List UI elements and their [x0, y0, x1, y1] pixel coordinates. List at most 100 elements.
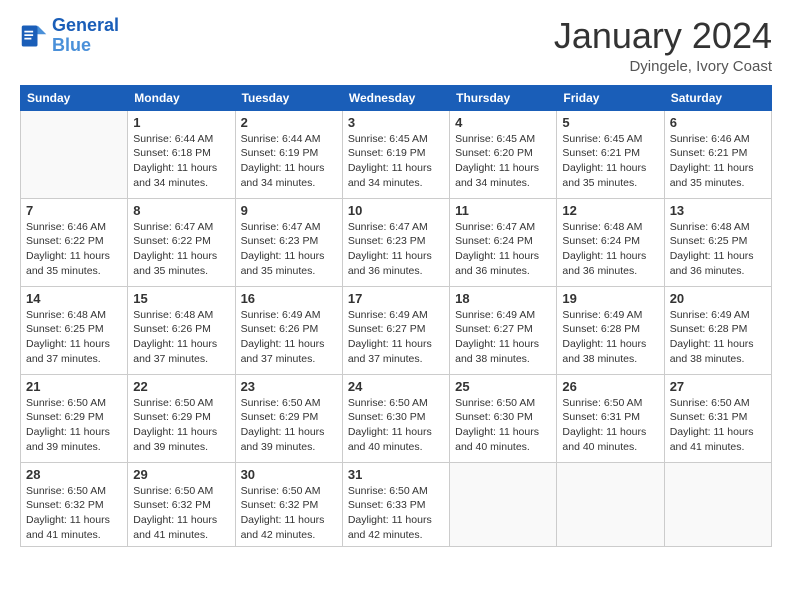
day-number: 11: [455, 203, 551, 218]
day-cell: [664, 462, 771, 547]
day-info: Sunrise: 6:48 AM Sunset: 6:24 PM Dayligh…: [562, 220, 658, 279]
col-wednesday: Wednesday: [342, 85, 449, 110]
month-title: January 2024: [554, 16, 772, 56]
day-cell: 12Sunrise: 6:48 AM Sunset: 6:24 PM Dayli…: [557, 198, 664, 286]
day-number: 28: [26, 467, 122, 482]
week-row-1: 1 Sunrise: 6:44 AM Sunset: 6:18 PM Daylig…: [21, 110, 772, 198]
day-number: 22: [133, 379, 229, 394]
day-cell: [450, 462, 557, 547]
week-row-4: 21 Sunrise: 6:50 AM Sunset: 6:29 PM Dayli…: [21, 374, 772, 462]
location: Dyingele, Ivory Coast: [554, 58, 772, 75]
day-info: Sunrise: 6:50 AM Sunset: 6:32 PM Dayligh…: [26, 484, 122, 543]
day-number: 2: [241, 115, 337, 130]
day-number: 31: [348, 467, 444, 482]
day-number: 25: [455, 379, 551, 394]
day-cell: 8Sunrise: 6:47 AM Sunset: 6:22 PM Daylig…: [128, 198, 235, 286]
day-number: 17: [348, 291, 444, 306]
day-info: Sunrise: 6:48 AM Sunset: 6:25 PM Dayligh…: [26, 308, 122, 367]
week-row-3: 14 Sunrise: 6:48 AM Sunset: 6:25 PM Dayli…: [21, 286, 772, 374]
day-cell: 17 Sunrise: 6:49 AM Sunset: 6:27 PM Dayli…: [342, 286, 449, 374]
day-cell: 10 Sunrise: 6:47 AM Sunset: 6:23 PM Dayli…: [342, 198, 449, 286]
logo-line1: General: [52, 15, 119, 35]
header: General Blue January 2024 Dyingele, Ivor…: [20, 16, 772, 75]
col-monday: Monday: [128, 85, 235, 110]
day-cell: 7Sunrise: 6:46 AM Sunset: 6:22 PM Daylig…: [21, 198, 128, 286]
day-cell: 16Sunrise: 6:49 AM Sunset: 6:26 PM Dayli…: [235, 286, 342, 374]
day-cell: [557, 462, 664, 547]
day-number: 10: [348, 203, 444, 218]
col-tuesday: Tuesday: [235, 85, 342, 110]
day-number: 14: [26, 291, 122, 306]
day-cell: 3 Sunrise: 6:45 AM Sunset: 6:19 PM Daylig…: [342, 110, 449, 198]
day-cell: 28 Sunrise: 6:50 AM Sunset: 6:32 PM Dayli…: [21, 462, 128, 547]
col-sunday: Sunday: [21, 85, 128, 110]
day-info: Sunrise: 6:47 AM Sunset: 6:24 PM Dayligh…: [455, 220, 551, 279]
day-number: 30: [241, 467, 337, 482]
day-cell: 27 Sunrise: 6:50 AM Sunset: 6:31 PM Dayli…: [664, 374, 771, 462]
day-info: Sunrise: 6:50 AM Sunset: 6:30 PM Dayligh…: [348, 396, 444, 455]
day-number: 21: [26, 379, 122, 394]
day-info: Sunrise: 6:49 AM Sunset: 6:28 PM Dayligh…: [562, 308, 658, 367]
day-number: 18: [455, 291, 551, 306]
day-cell: 29Sunrise: 6:50 AM Sunset: 6:32 PM Dayli…: [128, 462, 235, 547]
day-number: 15: [133, 291, 229, 306]
day-cell: 25 Sunrise: 6:50 AM Sunset: 6:30 PM Dayli…: [450, 374, 557, 462]
day-number: 24: [348, 379, 444, 394]
day-info: Sunrise: 6:48 AM Sunset: 6:26 PM Dayligh…: [133, 308, 229, 367]
day-cell: 26 Sunrise: 6:50 AM Sunset: 6:31 PM Dayli…: [557, 374, 664, 462]
day-cell: 1 Sunrise: 6:44 AM Sunset: 6:18 PM Daylig…: [128, 110, 235, 198]
day-info: Sunrise: 6:45 AM Sunset: 6:19 PM Dayligh…: [348, 132, 444, 191]
day-info: Sunrise: 6:50 AM Sunset: 6:30 PM Dayligh…: [455, 396, 551, 455]
day-cell: [21, 110, 128, 198]
day-number: 29: [133, 467, 229, 482]
day-cell: 24 Sunrise: 6:50 AM Sunset: 6:30 PM Dayli…: [342, 374, 449, 462]
day-info: Sunrise: 6:45 AM Sunset: 6:21 PM Dayligh…: [562, 132, 658, 191]
day-info: Sunrise: 6:45 AM Sunset: 6:20 PM Dayligh…: [455, 132, 551, 191]
day-cell: 18 Sunrise: 6:49 AM Sunset: 6:27 PM Dayli…: [450, 286, 557, 374]
day-number: 16: [241, 291, 337, 306]
logo: General Blue: [20, 16, 119, 56]
day-cell: 6Sunrise: 6:46 AM Sunset: 6:21 PM Daylig…: [664, 110, 771, 198]
day-info: Sunrise: 6:50 AM Sunset: 6:33 PM Dayligh…: [348, 484, 444, 543]
day-info: Sunrise: 6:50 AM Sunset: 6:31 PM Dayligh…: [562, 396, 658, 455]
week-row-2: 7Sunrise: 6:46 AM Sunset: 6:22 PM Daylig…: [21, 198, 772, 286]
day-cell: 9 Sunrise: 6:47 AM Sunset: 6:23 PM Daylig…: [235, 198, 342, 286]
day-info: Sunrise: 6:44 AM Sunset: 6:19 PM Dayligh…: [241, 132, 337, 191]
day-number: 3: [348, 115, 444, 130]
title-block: January 2024 Dyingele, Ivory Coast: [554, 16, 772, 75]
day-number: 1: [133, 115, 229, 130]
day-cell: 2 Sunrise: 6:44 AM Sunset: 6:19 PM Daylig…: [235, 110, 342, 198]
day-info: Sunrise: 6:50 AM Sunset: 6:29 PM Dayligh…: [26, 396, 122, 455]
day-info: Sunrise: 6:49 AM Sunset: 6:28 PM Dayligh…: [670, 308, 766, 367]
day-number: 4: [455, 115, 551, 130]
day-info: Sunrise: 6:49 AM Sunset: 6:27 PM Dayligh…: [348, 308, 444, 367]
day-cell: 11 Sunrise: 6:47 AM Sunset: 6:24 PM Dayli…: [450, 198, 557, 286]
day-number: 26: [562, 379, 658, 394]
day-number: 23: [241, 379, 337, 394]
day-info: Sunrise: 6:50 AM Sunset: 6:31 PM Dayligh…: [670, 396, 766, 455]
header-row: Sunday Monday Tuesday Wednesday Thursday…: [21, 85, 772, 110]
day-cell: 20 Sunrise: 6:49 AM Sunset: 6:28 PM Dayli…: [664, 286, 771, 374]
day-info: Sunrise: 6:47 AM Sunset: 6:23 PM Dayligh…: [348, 220, 444, 279]
logo-text: General Blue: [52, 16, 119, 56]
day-cell: 23Sunrise: 6:50 AM Sunset: 6:29 PM Dayli…: [235, 374, 342, 462]
day-info: Sunrise: 6:50 AM Sunset: 6:29 PM Dayligh…: [133, 396, 229, 455]
day-cell: 4 Sunrise: 6:45 AM Sunset: 6:20 PM Daylig…: [450, 110, 557, 198]
day-cell: 30Sunrise: 6:50 AM Sunset: 6:32 PM Dayli…: [235, 462, 342, 547]
week-row-5: 28 Sunrise: 6:50 AM Sunset: 6:32 PM Dayli…: [21, 462, 772, 547]
day-info: Sunrise: 6:47 AM Sunset: 6:22 PM Dayligh…: [133, 220, 229, 279]
day-number: 20: [670, 291, 766, 306]
day-number: 6: [670, 115, 766, 130]
day-number: 9: [241, 203, 337, 218]
day-cell: 21 Sunrise: 6:50 AM Sunset: 6:29 PM Dayli…: [21, 374, 128, 462]
day-info: Sunrise: 6:47 AM Sunset: 6:23 PM Dayligh…: [241, 220, 337, 279]
day-cell: 15 Sunrise: 6:48 AM Sunset: 6:26 PM Dayli…: [128, 286, 235, 374]
day-cell: 13Sunrise: 6:48 AM Sunset: 6:25 PM Dayli…: [664, 198, 771, 286]
day-cell: 31 Sunrise: 6:50 AM Sunset: 6:33 PM Dayli…: [342, 462, 449, 547]
day-info: Sunrise: 6:44 AM Sunset: 6:18 PM Dayligh…: [133, 132, 229, 191]
day-info: Sunrise: 6:49 AM Sunset: 6:27 PM Dayligh…: [455, 308, 551, 367]
day-number: 27: [670, 379, 766, 394]
day-number: 5: [562, 115, 658, 130]
day-cell: 5 Sunrise: 6:45 AM Sunset: 6:21 PM Daylig…: [557, 110, 664, 198]
logo-line2: Blue: [52, 35, 91, 55]
